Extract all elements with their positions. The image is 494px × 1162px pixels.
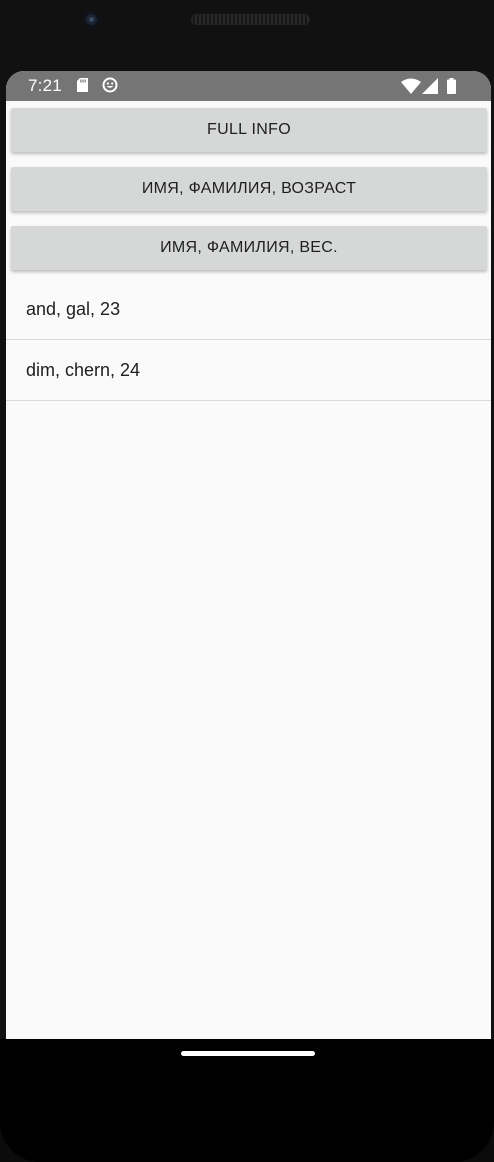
people-list: and, gal, 23 dim, chern, 24	[6, 279, 491, 401]
app-screen: 7:21 FULL INFO ИМЯ, ФАМИЛИЯ, ВОЗРАСТ ИМЯ…	[6, 71, 491, 1039]
home-gesture-handle[interactable]	[181, 1051, 315, 1056]
signal-icon	[422, 78, 438, 94]
list-item[interactable]: and, gal, 23	[6, 279, 491, 340]
earpiece-speaker	[191, 14, 310, 25]
full-info-button[interactable]: FULL INFO	[11, 108, 487, 152]
name-surname-age-button[interactable]: ИМЯ, ФАМИЛИЯ, ВОЗРАСТ	[11, 167, 487, 211]
sd-card-icon	[77, 78, 88, 92]
status-time: 7:21	[28, 76, 62, 95]
name-surname-weight-button[interactable]: ИМЯ, ФАМИЛИЯ, ВЕС.	[11, 226, 487, 270]
status-bar: 7:21	[6, 71, 491, 101]
smile-icon	[102, 77, 118, 93]
phone-frame: 7:21 FULL INFO ИМЯ, ФАМИЛИЯ, ВОЗРАСТ ИМЯ…	[0, 0, 494, 1162]
battery-icon	[447, 78, 456, 94]
wifi-icon	[401, 78, 421, 94]
list-item[interactable]: dim, chern, 24	[6, 340, 491, 401]
navigation-bar	[0, 1039, 494, 1162]
front-camera	[83, 11, 100, 28]
